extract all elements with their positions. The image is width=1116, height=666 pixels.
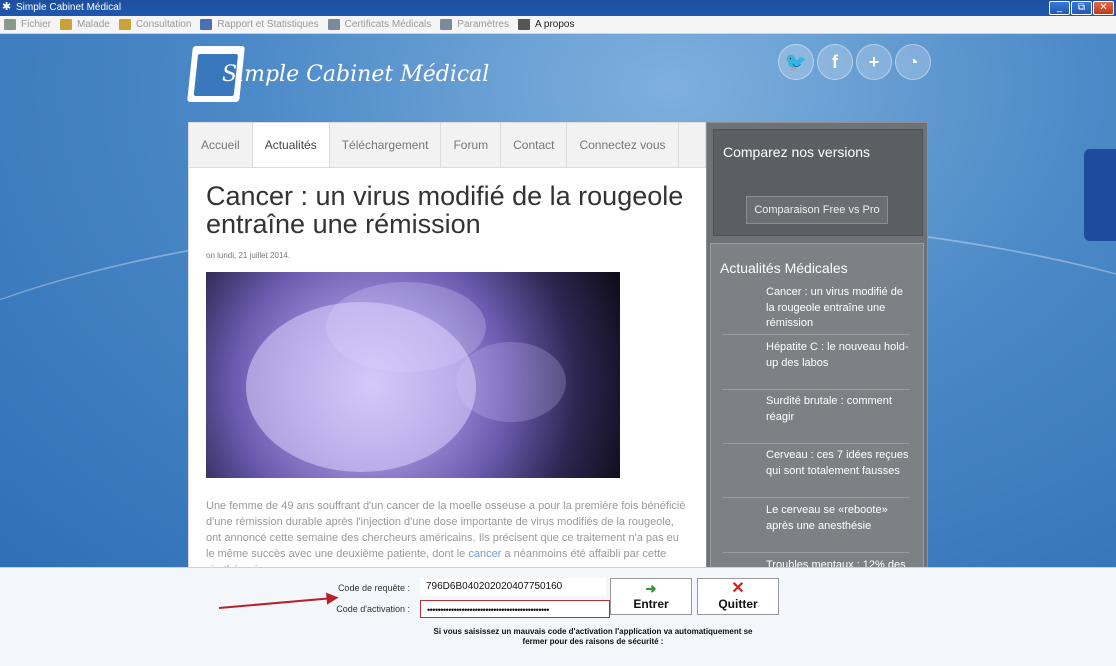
- tab-forum[interactable]: Forum: [441, 123, 502, 167]
- tab-contact[interactable]: Contact: [501, 123, 568, 167]
- news-item[interactable]: Hépatite C : le nouveau hold-up des labo…: [766, 340, 911, 371]
- close-x-icon: ✕: [731, 580, 745, 597]
- site-nav: Accueil Actualités Téléchargement Forum …: [188, 122, 706, 168]
- restore-button[interactable]: ⧉: [1071, 1, 1092, 15]
- facebook-icon[interactable]: f: [817, 44, 853, 80]
- menu-label: Consultation: [135, 19, 192, 30]
- activation-code-input[interactable]: ••••••••••••••••••••••••••••••••••••••••…: [420, 600, 610, 618]
- news-item[interactable]: Surdité brutale : comment réagir: [766, 394, 911, 425]
- compare-box: Comparez nos versions Comparaison Free v…: [713, 129, 923, 236]
- news-box: Actualités Médicales Cancer : un virus m…: [710, 243, 924, 567]
- plus-icon[interactable]: +: [856, 44, 892, 80]
- file-menu-icon: [4, 19, 16, 30]
- tab-telechargement[interactable]: Téléchargement: [330, 123, 442, 167]
- social-links: 🐦 f + ◔: [778, 44, 931, 80]
- news-item[interactable]: Cerveau : ces 7 idées reçues qui sont to…: [766, 448, 911, 479]
- main-panel: Accueil Actualités Téléchargement Forum …: [188, 122, 928, 567]
- request-code-label: Code de requête :: [337, 583, 410, 593]
- folder-icon: [118, 19, 131, 30]
- book-icon: [200, 19, 213, 30]
- enter-button[interactable]: ➜ Entrer: [610, 578, 692, 615]
- web-content: Simple Cabinet Médical 🐦 f + ◔ Accueil A…: [0, 34, 1116, 567]
- divider: [723, 497, 909, 498]
- close-button[interactable]: ✕: [1093, 1, 1114, 15]
- menu-label: Certificats Médicals: [344, 19, 432, 30]
- title-bar: ✱ Simple Cabinet Médical _ ⧉ ✕: [0, 0, 1116, 16]
- menu-a-propos[interactable]: A propos: [514, 16, 579, 34]
- tab-accueil[interactable]: Accueil: [189, 123, 253, 167]
- sidebar: Comparez nos versions Comparaison Free v…: [706, 122, 928, 567]
- article-image: [206, 272, 620, 478]
- menu-label: Paramètres: [457, 19, 509, 30]
- menu-consultation[interactable]: Consultation: [115, 16, 197, 34]
- security-warning: Si vous saisissez un mauvais code d'acti…: [433, 627, 753, 646]
- menu-label: Malade: [77, 19, 110, 30]
- article-body: Une femme de 49 ans souffrant d'un cance…: [206, 498, 690, 567]
- minimize-button[interactable]: _: [1049, 1, 1070, 15]
- app-icon: ✱: [2, 1, 12, 13]
- logo-text: Simple Cabinet Médical: [222, 61, 490, 87]
- activation-code-label: Code d'activation :: [336, 604, 410, 614]
- settings-icon: [440, 19, 453, 30]
- menu-label: Fichier: [21, 19, 52, 30]
- compare-heading: Comparez nos versions: [723, 144, 871, 160]
- twitter-icon[interactable]: 🐦: [778, 44, 814, 80]
- compare-button[interactable]: Comparaison Free vs Pro: [746, 196, 888, 224]
- folder-icon: [60, 19, 73, 30]
- divider: [723, 334, 909, 335]
- news-heading: Actualités Médicales: [720, 260, 848, 276]
- divider: [723, 552, 909, 553]
- article-title: Cancer : un virus modifié de la rougeole…: [206, 181, 684, 239]
- rss-icon[interactable]: ◔: [895, 44, 931, 80]
- window-title: Simple Cabinet Médical: [16, 2, 122, 13]
- tab-connectez-vous[interactable]: Connectez vous: [567, 123, 679, 167]
- request-code-field[interactable]: 796D6B040202020407750160: [420, 578, 606, 596]
- site-logo[interactable]: Simple Cabinet Médical: [187, 46, 490, 102]
- tab-actualites[interactable]: Actualités: [252, 123, 330, 167]
- activation-panel: Code de requête : 796D6B0402020204077501…: [0, 567, 1116, 666]
- enter-label: Entrer: [633, 597, 669, 611]
- quit-button[interactable]: ✕ Quitter: [697, 578, 779, 615]
- about-icon: [517, 19, 530, 30]
- divider: [723, 443, 909, 444]
- menu-fichier[interactable]: Fichier: [0, 16, 56, 34]
- news-item[interactable]: Troubles mentaux : 12% des: [766, 558, 911, 567]
- certificate-icon: [327, 19, 340, 30]
- menu-malade[interactable]: Malade: [56, 16, 115, 34]
- menu-certificats-m-dicals[interactable]: Certificats Médicals: [324, 16, 437, 34]
- cancer-link[interactable]: cancer: [468, 548, 501, 560]
- menu-rapport-et-statistiques[interactable]: Rapport et Statistiques: [196, 16, 323, 34]
- article: Cancer : un virus modifié de la rougeole…: [188, 168, 706, 567]
- window-controls: _ ⧉ ✕: [1049, 1, 1114, 15]
- green-arrow-icon: ➜: [645, 581, 657, 596]
- quit-label: Quitter: [718, 597, 758, 611]
- news-item[interactable]: Cancer : un virus modifié de la rougeole…: [766, 285, 911, 332]
- side-tab[interactable]: [1084, 149, 1116, 241]
- article-date: on lundi, 21 juillet 2014.: [206, 251, 291, 260]
- menu-label: A propos: [534, 19, 575, 30]
- menu-param-tres[interactable]: Paramètres: [436, 16, 514, 34]
- news-item[interactable]: Le cerveau se «reboote» après une anesth…: [766, 503, 911, 534]
- divider: [723, 389, 909, 390]
- menu-label: Rapport et Statistiques: [217, 19, 319, 30]
- menu-bar: Fichier Malade Consultation Rapport et Stat…: [0, 16, 1116, 34]
